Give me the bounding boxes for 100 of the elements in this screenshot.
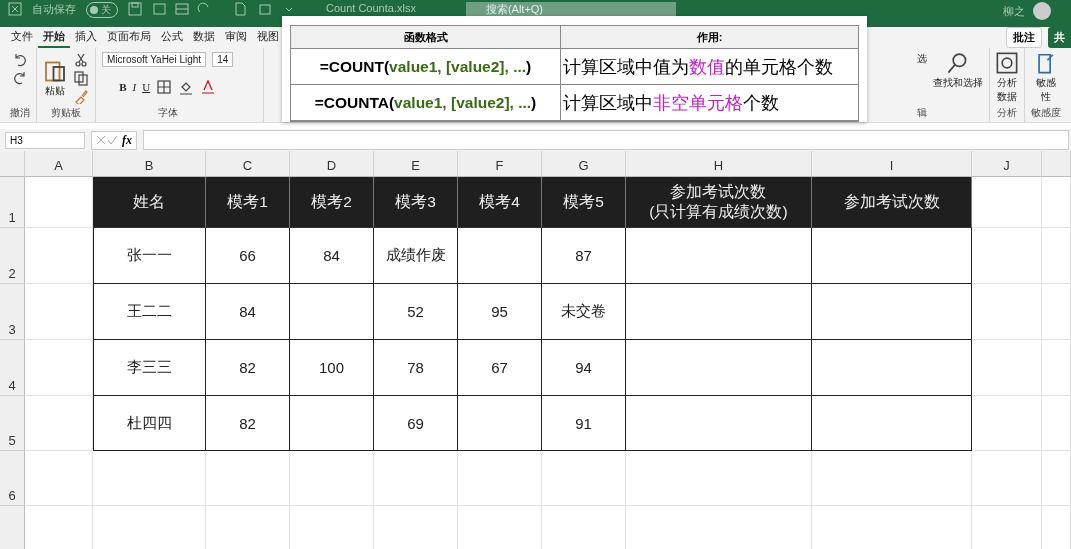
row-header[interactable]: 6 bbox=[0, 451, 25, 506]
undo-icon[interactable] bbox=[12, 52, 28, 68]
column-header[interactable]: E bbox=[374, 151, 458, 177]
group-label: 撤消 bbox=[10, 106, 30, 120]
menu-tab[interactable]: 数据 bbox=[188, 27, 220, 48]
function-syntax: =COUNT(value1, [value2], ...) bbox=[291, 49, 561, 85]
row-header[interactable]: 2 bbox=[0, 228, 25, 284]
underline-button[interactable]: U bbox=[142, 80, 151, 93]
header-cell: 模考3 bbox=[374, 177, 458, 228]
sort-filter-label[interactable]: 选 bbox=[917, 52, 927, 66]
column-header[interactable]: J bbox=[972, 151, 1042, 177]
grid-cell bbox=[25, 451, 93, 506]
scissors-icon[interactable] bbox=[73, 52, 89, 68]
font-color-icon[interactable] bbox=[200, 78, 217, 95]
header-cell: 姓名 bbox=[93, 177, 206, 228]
menu-tab[interactable]: 公式 bbox=[156, 27, 188, 48]
analyze-data-icon[interactable] bbox=[996, 52, 1018, 74]
grid-cell bbox=[25, 284, 93, 340]
grid-cell bbox=[1042, 396, 1071, 451]
brush-icon[interactable] bbox=[73, 88, 89, 104]
group-label: 辑 bbox=[917, 106, 927, 120]
font-size-select[interactable]: 14 bbox=[212, 52, 234, 67]
column-header[interactable]: B bbox=[93, 151, 206, 177]
column-header[interactable]: H bbox=[626, 151, 812, 177]
table-cell: 未交卷 bbox=[542, 284, 626, 340]
table-cell: 67 bbox=[458, 340, 542, 396]
column-header[interactable]: A bbox=[25, 151, 93, 177]
grid-cell bbox=[972, 451, 1042, 506]
grid-cell bbox=[1042, 284, 1071, 340]
menu-tab[interactable]: 审阅 bbox=[220, 27, 252, 48]
table-cell: 52 bbox=[374, 284, 458, 340]
font-name-select[interactable]: Microsoft YaHei Light bbox=[102, 52, 207, 67]
sensitivity-button[interactable]: 敏感性 bbox=[1035, 76, 1057, 104]
header-cell: 模考1 bbox=[206, 177, 290, 228]
table-cell: 84 bbox=[206, 284, 290, 340]
grid-cell bbox=[1042, 228, 1071, 284]
popup-header: 函数格式 bbox=[291, 26, 561, 49]
table-cell: 100 bbox=[290, 340, 374, 396]
formula-buttons[interactable]: fx bbox=[91, 130, 137, 150]
border-icon[interactable] bbox=[156, 78, 173, 95]
menu-tab[interactable]: 视图 bbox=[252, 27, 284, 48]
search-icon[interactable] bbox=[947, 52, 969, 74]
row-header[interactable]: 5 bbox=[0, 396, 25, 451]
header-cell: 模考4 bbox=[458, 177, 542, 228]
row-header[interactable]: 3 bbox=[0, 284, 25, 340]
redo-icon[interactable] bbox=[12, 70, 28, 86]
table-cell: 66 bbox=[206, 228, 290, 284]
group-label: 剪贴板 bbox=[51, 106, 81, 120]
user-name: 柳之 bbox=[1003, 3, 1025, 19]
group-label: 字体 bbox=[157, 106, 178, 120]
function-syntax: =COUNTA(value1, [value2], ...) bbox=[291, 85, 561, 121]
row-header[interactable]: 4 bbox=[0, 340, 25, 396]
menu-tab[interactable]: 文件 bbox=[6, 27, 38, 48]
column-header[interactable]: C bbox=[206, 151, 290, 177]
grid-cell bbox=[972, 177, 1042, 228]
menu-tab[interactable]: 页面布局 bbox=[102, 27, 156, 48]
grid-cell bbox=[1042, 340, 1071, 396]
table-cell: 杜四四 bbox=[93, 396, 206, 451]
save-icon[interactable] bbox=[128, 2, 142, 16]
header-cell: 参加考试次数 (只计算有成绩次数) bbox=[626, 177, 812, 228]
table-cell: 82 bbox=[206, 396, 290, 451]
group-label: 分析 bbox=[997, 106, 1017, 120]
copy-icon[interactable] bbox=[73, 70, 89, 86]
row-header[interactable]: 1 bbox=[0, 177, 25, 228]
avatar-icon[interactable] bbox=[1033, 2, 1051, 20]
name-box[interactable]: H3 bbox=[5, 131, 85, 149]
popup-header: 作用: bbox=[561, 26, 859, 49]
header-cell: 参加考试次数 bbox=[812, 177, 972, 228]
grid-cell bbox=[972, 228, 1042, 284]
table-cell: 张一一 bbox=[93, 228, 206, 284]
grid-cell bbox=[1042, 177, 1071, 228]
menu-tab[interactable]: 插入 bbox=[70, 27, 102, 48]
column-header[interactable]: I bbox=[812, 151, 972, 177]
table-cell: 94 bbox=[542, 340, 626, 396]
grid-cell bbox=[972, 284, 1042, 340]
comment-button[interactable]: 批注 bbox=[1006, 27, 1042, 48]
table-cell: 李三三 bbox=[93, 340, 206, 396]
italic-button[interactable]: I bbox=[132, 80, 137, 93]
table-cell: 王二二 bbox=[93, 284, 206, 340]
group-label: 敏感度 bbox=[1031, 106, 1061, 120]
grid-cell bbox=[25, 228, 93, 284]
grid-cell bbox=[972, 340, 1042, 396]
table-cell: 87 bbox=[542, 228, 626, 284]
table-cell: 78 bbox=[374, 340, 458, 396]
column-header[interactable]: D bbox=[290, 151, 374, 177]
grid-cell bbox=[972, 396, 1042, 451]
file-name: Count Counta.xlsx bbox=[326, 2, 416, 14]
formula-input[interactable] bbox=[143, 130, 1069, 150]
bold-button[interactable]: B bbox=[119, 80, 127, 93]
grid-cell bbox=[1042, 451, 1071, 506]
table-cell: 69 bbox=[374, 396, 458, 451]
analyze-data-button[interactable]: 分析数据 bbox=[996, 76, 1018, 104]
table-cell: 91 bbox=[542, 396, 626, 451]
column-header[interactable]: G bbox=[542, 151, 626, 177]
table-cell: 95 bbox=[458, 284, 542, 340]
share-button[interactable]: 共 bbox=[1048, 27, 1071, 48]
column-header[interactable]: F bbox=[458, 151, 542, 177]
table-cell: 82 bbox=[206, 340, 290, 396]
find-select-button[interactable]: 查找和选择 bbox=[933, 76, 983, 90]
paste-button[interactable]: 粘贴 bbox=[45, 84, 65, 98]
